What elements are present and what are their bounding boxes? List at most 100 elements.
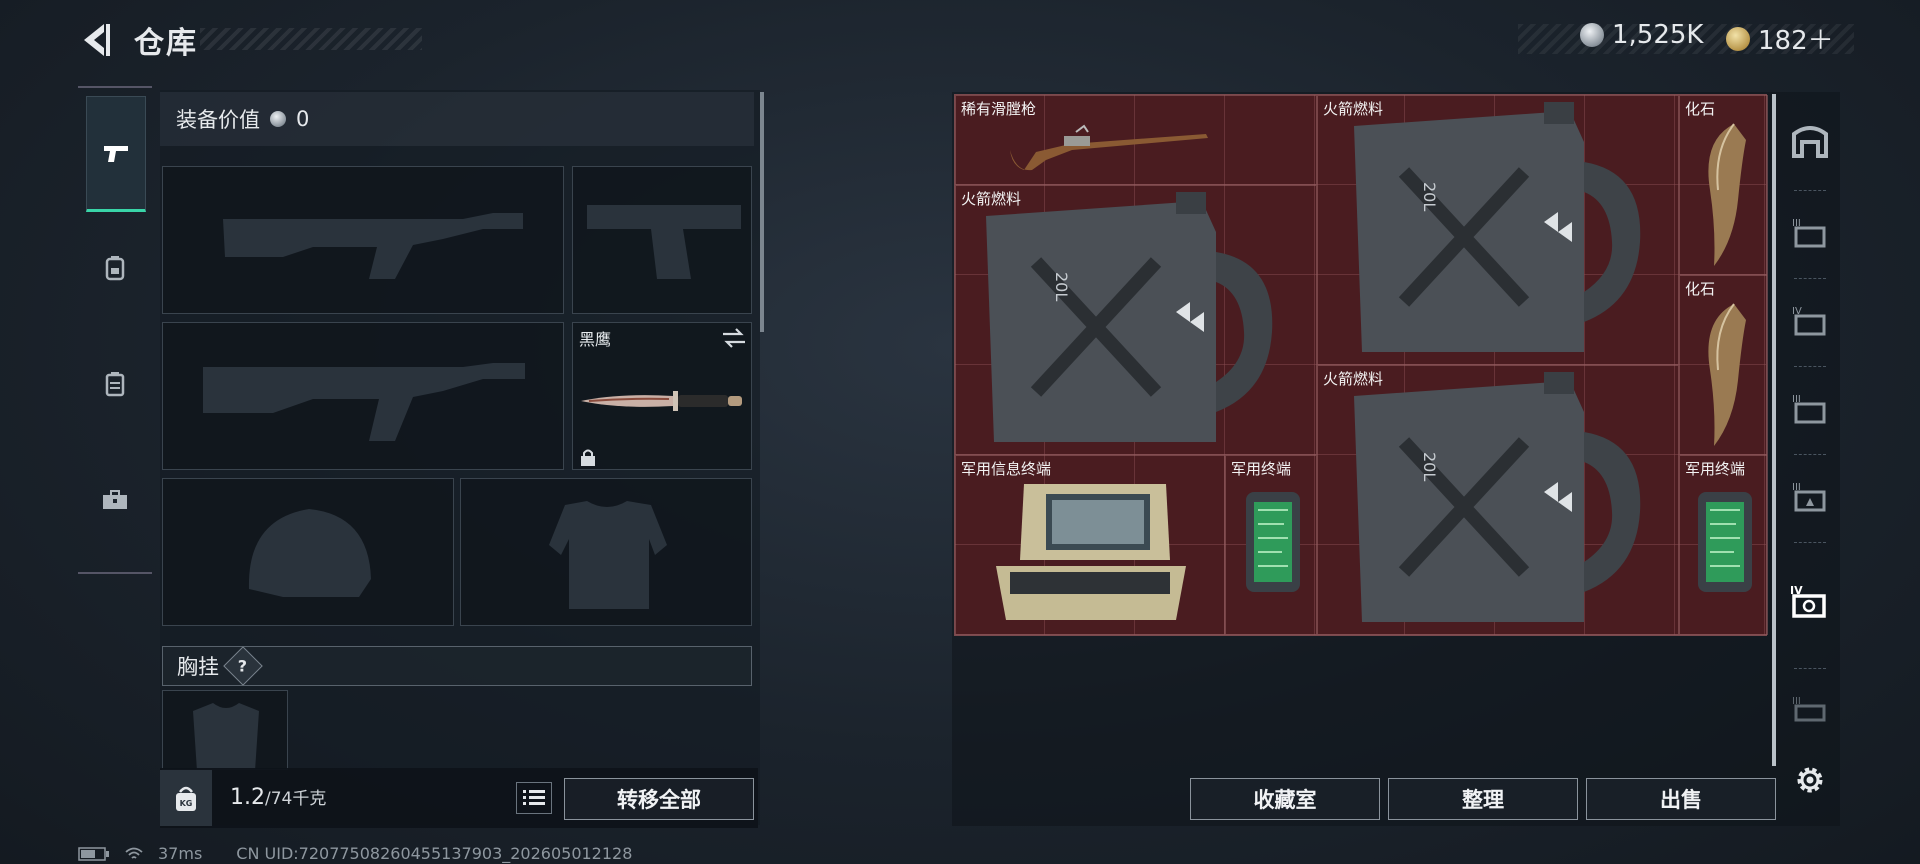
nav-stash-tab-3b[interactable]: III [1788,386,1832,430]
stash-tab-icon: III [1792,696,1826,722]
back-arrow-icon[interactable] [78,20,112,60]
settings-button[interactable] [1788,758,1832,802]
vest-icon [105,372,125,397]
stash-item-military-terminal[interactable]: 军用终端 [1225,455,1317,635]
helmet-silhouette-icon [248,509,371,597]
item-name: 化石 [1685,100,1716,118]
silver-coin-icon [270,111,286,127]
weight-readout: 1.2/74千克 [230,784,326,810]
swap-icon[interactable] [721,327,747,349]
stash-item-rocket-fuel[interactable]: 火箭燃料 20L [1317,95,1679,365]
ping-value: 37ms [158,844,203,863]
stash-item-military-terminal[interactable]: 军用终端 [1679,455,1768,635]
stash-item-fossil[interactable]: 化石 [1679,95,1768,275]
nav-separator [1794,454,1826,455]
item-name: 军用终端 [1231,460,1292,478]
stash-item-musket[interactable]: 稀有滑膛枪 [955,95,1317,185]
stash-tab-icon: III [1792,394,1826,424]
status-bar: 37ms CN UID:72077508260455137903_2026050… [78,844,632,863]
nav-vest[interactable] [86,328,144,440]
rifle-silhouette-icon [223,213,523,279]
can-capacity: 20L [1420,452,1439,481]
pistol-icon [104,146,128,162]
warehouse-icon [1792,126,1828,158]
equipment-value-header: 装备价值 0 [160,92,754,146]
chest-rig-slot[interactable] [162,690,288,770]
kettlebell-icon: KG [176,786,196,811]
stash-scrollbar[interactable] [1772,94,1776,766]
silver-currency: 1,525K [1580,20,1703,50]
weight-current: 1.2 [230,785,265,810]
nav-stash-tab-4a[interactable]: IV [1788,298,1832,342]
fuel-can-icon: 20L [1354,372,1641,622]
stash-tab-icon: IV [1790,584,1826,618]
silver-amount: 1,525K [1612,20,1704,50]
page-title: 仓库 [134,26,198,61]
chest-rig-label: 胸挂 [177,655,219,679]
stash-grid: 稀有滑膛枪 火箭燃料 20L 化石 火箭燃料 20L 化石 火箭燃料 20L 军… [954,94,1768,636]
stash-item-rocket-fuel[interactable]: 火箭燃料 20L [955,185,1317,455]
stash-tab-icon: IV [1792,306,1826,336]
item-name: 军用信息终端 [961,460,1052,478]
nav-stash-main[interactable] [1788,118,1832,162]
stash-item-fossil[interactable]: 化石 [1679,275,1768,455]
battery-icon [78,846,109,861]
weight-indicator: KG [160,770,212,826]
nav-separator [1794,366,1826,367]
nav-stash-tab-3d[interactable]: III [1788,688,1832,732]
armor-silhouette-icon [549,501,667,609]
black-eagle-knife-icon [581,391,742,411]
gold-coin-icon [1726,26,1750,51]
user-uid: CN UID:72077508260455137903_202605012128 [236,844,633,863]
nav-toolbox[interactable] [86,444,144,556]
fuel-can-icon: 20L [986,192,1273,442]
transfer-all-button[interactable]: 转移全部 [564,778,754,820]
item-name: 军用终端 [1685,460,1746,478]
melee-slot[interactable]: 黑鹰 [572,322,752,470]
rifle-silhouette-icon [203,363,525,441]
equipment-category-nav [78,86,152,574]
nav-stash-tab-3a[interactable]: III [1788,210,1832,254]
stash-category-nav: III IV III III IV III [1780,92,1840,826]
toolbox-icon [103,490,127,509]
primary-weapon-slot-2[interactable] [162,322,564,470]
list-view-button[interactable] [516,782,552,814]
nav-weapons[interactable] [86,96,146,212]
backpack-icon [105,256,125,281]
stash-item-military-info-terminal[interactable]: 军用信息终端 [955,455,1225,635]
body-armor-slot[interactable] [460,478,752,626]
gold-amount: 182＋ [1758,26,1834,56]
fossil-claw-icon [1708,123,1746,266]
nav-stash-tab-3c[interactable]: III [1788,474,1832,518]
chest-rig-silhouette-icon [193,703,259,769]
wifi-icon [125,847,143,859]
sell-button[interactable]: 出售 [1586,778,1776,820]
nav-separator [1794,278,1826,279]
fossil-claw-icon [1708,303,1746,446]
silver-coin-icon [1580,23,1604,47]
sidearm-slot[interactable] [572,166,752,314]
nav-backpack[interactable] [86,212,144,324]
fuel-can-icon: 20L [1354,102,1641,352]
collection-room-button[interactable]: 收藏室 [1190,778,1380,820]
svg-text:KG: KG [180,799,193,808]
organize-button[interactable]: 整理 [1388,778,1578,820]
knife-name: 黑鹰 [579,330,612,349]
military-terminal-case-icon [996,484,1186,620]
title-decoration [200,28,422,50]
nav-stash-tab-4b-active[interactable]: IV [1788,580,1832,624]
equipment-value-label: 装备价值 [176,108,260,132]
primary-weapon-slot-1[interactable] [162,166,564,314]
pistol-silhouette-icon [587,205,741,279]
nav-separator [1794,190,1826,191]
stash-tab-icon: III [1792,218,1826,248]
helmet-slot[interactable] [162,478,454,626]
help-icon[interactable]: ? [223,646,263,686]
gear-icon [1797,767,1823,793]
weight-max: /74千克 [265,789,327,809]
chest-rig-header: 胸挂 ? [162,646,752,686]
stash-item-rocket-fuel[interactable]: 火箭燃料 20L [1317,365,1679,635]
equipment-scrollbar[interactable] [760,92,764,332]
gold-currency[interactable]: 182＋ [1726,20,1834,57]
can-capacity: 20L [1420,182,1439,211]
